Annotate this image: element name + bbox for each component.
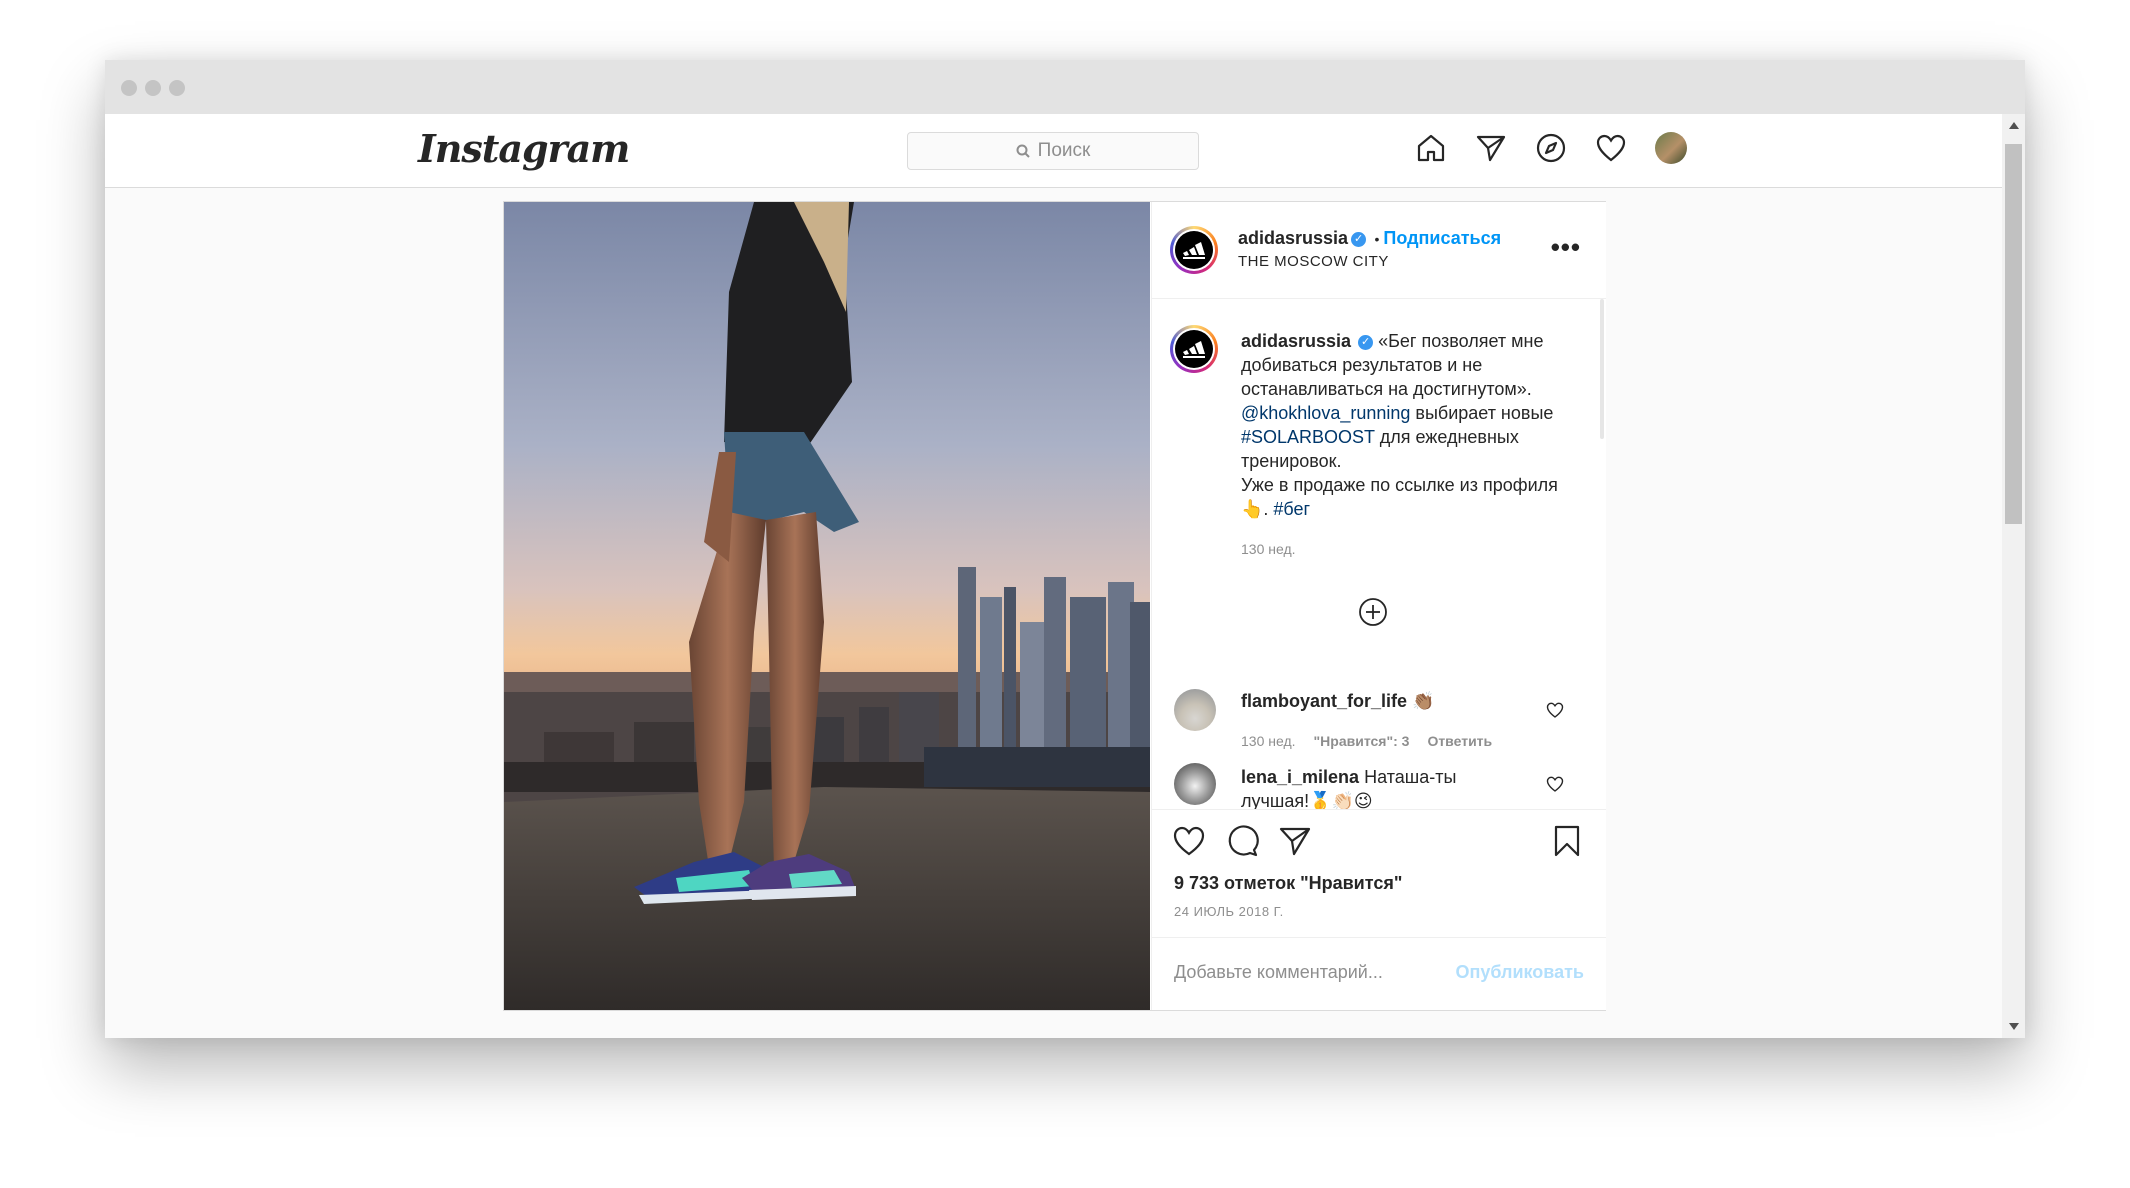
comment-time[interactable]: 130 нед. [1241, 733, 1296, 749]
adidas-logo-icon [1183, 341, 1205, 358]
comment-username[interactable]: lena_i_milena [1241, 767, 1359, 787]
author-avatar[interactable] [1170, 226, 1218, 274]
comment-reply-button[interactable]: Ответить [1427, 733, 1492, 749]
hashtag-link[interactable]: #SOLARBOOST [1241, 427, 1375, 447]
comment-avatar[interactable] [1174, 689, 1216, 731]
add-comment-bar: Добавьте комментарий... Опубликовать [1152, 937, 1606, 1011]
verified-badge-icon: ✓ [1358, 334, 1374, 350]
mention-link[interactable]: @khokhlova_running [1241, 403, 1410, 423]
verified-badge-icon: ✓ [1351, 232, 1367, 248]
caption-username[interactable]: adidasrussia [1241, 331, 1351, 351]
explore-icon[interactable] [1535, 132, 1567, 164]
scrollbar-thumb[interactable] [2005, 144, 2022, 524]
comments-scrollbar[interactable] [1600, 299, 1604, 439]
home-icon[interactable] [1415, 132, 1447, 164]
top-navigation: Instagram Поиск [105, 114, 2002, 188]
browser-window: Instagram Поиск adidasrussia ✓ • Подписа… [105, 60, 2025, 1038]
comment-meta: 130 нед. "Нравится": 3 Ответить [1241, 733, 1492, 749]
comments-section: adidasrussia ✓ «Бег позволяет мне добивать… [1152, 299, 1606, 809]
hashtag-link[interactable]: #бег [1273, 499, 1310, 519]
post-photo[interactable] [504, 202, 1150, 1010]
share-direct-icon[interactable] [1278, 824, 1312, 858]
window-minimize-button[interactable] [145, 80, 161, 96]
comment-username[interactable]: flamboyant_for_life [1241, 691, 1407, 711]
direct-icon[interactable] [1475, 132, 1507, 164]
window-maximize-button[interactable] [169, 80, 185, 96]
comment-avatar[interactable] [1174, 763, 1216, 805]
caption-text: выбирает новые [1410, 403, 1554, 423]
instagram-logo[interactable]: Instagram [418, 126, 630, 171]
search-input[interactable]: Поиск [907, 132, 1199, 170]
post-caption: adidasrussia ✓ «Бег позволяет мне добивать… [1241, 329, 1581, 561]
comment-item: flamboyant_for_life 👏🏽 [1241, 689, 1501, 713]
publish-button[interactable]: Опубликовать [1455, 962, 1584, 983]
likes-count[interactable]: 9 733 отметок "Нравится" [1174, 873, 1402, 894]
window-close-button[interactable] [121, 80, 137, 96]
follow-button[interactable]: Подписаться [1383, 228, 1501, 248]
post-date[interactable]: 24 ИЮЛЬ 2018 Г. [1174, 904, 1284, 919]
post-sidebar: adidasrussia ✓ • Подписаться THE MOSCOW CI… [1151, 202, 1606, 1010]
comment-item: lena_i_milena Наташа-ты лучшая!🥇👏🏻😉 [1241, 765, 1501, 809]
profile-avatar[interactable] [1655, 132, 1687, 164]
search-icon [1016, 144, 1030, 158]
comment-input[interactable]: Добавьте комментарий... [1174, 962, 1383, 983]
comment-bubble-icon[interactable] [1226, 824, 1260, 858]
page-content: Instagram Поиск adidasrussia ✓ • Подписа… [105, 114, 2002, 1038]
adidas-logo-icon [1183, 242, 1205, 259]
post-header: adidasrussia ✓ • Подписаться THE MOSCOW CI… [1152, 202, 1606, 299]
comment-text: 👏🏽 [1412, 691, 1435, 711]
post-image [504, 202, 1150, 1010]
bookmark-icon[interactable] [1550, 824, 1584, 858]
post-location[interactable]: THE MOSCOW CITY [1238, 253, 1501, 270]
adidas-logo [1175, 330, 1213, 368]
author-username[interactable]: adidasrussia [1238, 228, 1348, 248]
caption-time[interactable]: 130 нед. [1241, 537, 1581, 561]
scroll-up-arrow-icon[interactable] [2009, 122, 2019, 129]
post-card: adidasrussia ✓ • Подписаться THE MOSCOW CI… [503, 201, 1606, 1011]
page-scrollbar[interactable] [2002, 114, 2025, 1038]
search-placeholder: Поиск [1037, 140, 1091, 161]
post-header-info: adidasrussia ✓ • Подписаться THE MOSCOW CI… [1238, 228, 1501, 270]
scroll-down-arrow-icon[interactable] [2009, 1023, 2019, 1030]
comment-like-heart-icon[interactable] [1546, 775, 1564, 793]
activity-heart-icon[interactable] [1595, 132, 1627, 164]
caption-author-avatar[interactable] [1170, 325, 1218, 373]
adidas-logo [1175, 231, 1213, 269]
nav-icons [1415, 132, 1687, 164]
more-options-button[interactable]: ••• [1551, 232, 1581, 263]
comment-likes[interactable]: "Нравится": 3 [1314, 733, 1410, 749]
comment-like-heart-icon[interactable] [1546, 701, 1564, 719]
follow-separator: • [1374, 231, 1380, 247]
load-more-comments-icon[interactable] [1358, 597, 1388, 627]
like-heart-icon[interactable] [1172, 824, 1206, 858]
post-actions: 9 733 отметок "Нравится" 24 ИЮЛЬ 2018 Г. [1152, 809, 1606, 938]
window-titlebar [105, 60, 2025, 114]
